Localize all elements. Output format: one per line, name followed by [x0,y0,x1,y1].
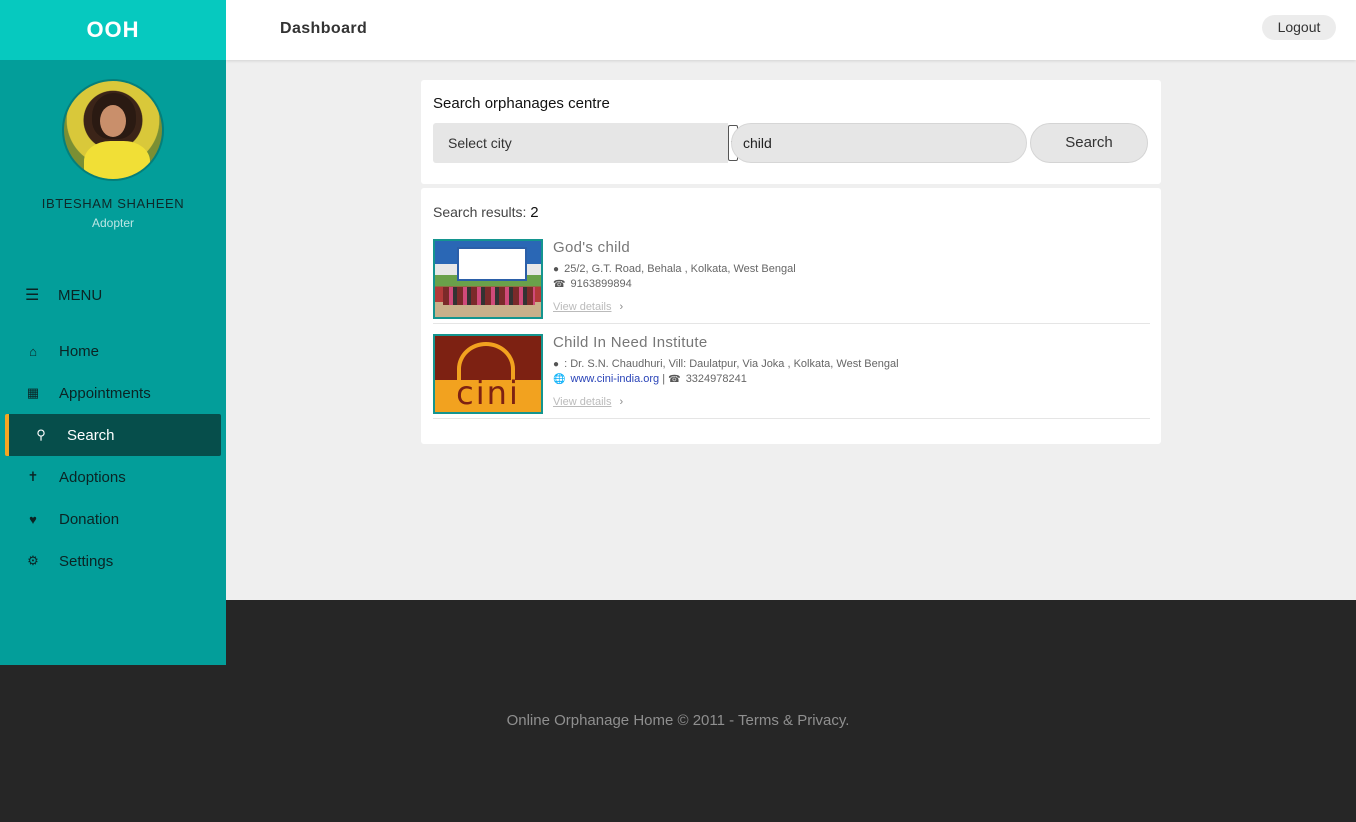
heart-icon: ♥ [29,511,37,527]
results-count-value: 2 [530,204,539,221]
sidebar-item-home[interactable]: ⌂ Home [0,330,226,372]
address-text: : Dr. S.N. Chaudhuri, Vill: Daulatpur, V… [564,358,899,370]
sidebar: OOH IBTESHAM SHAHEEN Adopter ☰ MENU ⌂ Ho… [0,0,226,665]
search-panel-title: Search orphanages centre [433,95,610,112]
address-text: 25/2, G.T. Road, Behala , Kolkata, West … [564,263,796,275]
search-input[interactable]: child [731,123,1027,163]
gear-icon: ⚙ [27,553,39,568]
hamburger-icon: ☰ [25,287,40,304]
view-details-label: View details [553,301,612,313]
list-item: cini Child In Need Institute ● : Dr. S.N… [433,334,1150,419]
chevron-right-icon: › [619,396,624,408]
view-details-link[interactable]: View details › [553,301,623,313]
footer-text[interactable]: Online Orphanage Home © 2011 - Terms & P… [0,712,1356,729]
sidebar-item-label: Appointments [59,384,151,402]
phone-icon: ☎ [668,374,681,385]
results-count-label: Search results: [433,204,527,220]
phone-text: 3324978241 [685,373,747,385]
sidebar-item-donation[interactable]: ♥ Donation [0,498,226,540]
menu-toggle[interactable]: ☰ MENU [0,278,226,312]
menu-title-label: MENU [58,286,103,304]
city-select[interactable]: Select city ▼ [433,123,738,163]
avatar[interactable] [62,79,164,181]
logo-text: cini [456,374,520,412]
sidebar-item-adoptions[interactable]: ✝ Adoptions [0,456,226,498]
sidebar-item-appointments[interactable]: ▦ Appointments [0,372,226,414]
calendar-icon: ▦ [26,385,40,400]
list-item: God's child ● 25/2, G.T. Road, Behala , … [433,239,1150,324]
sidebar-item-settings[interactable]: ⚙ Settings [0,540,226,582]
orphanage-contact: 🌐 www.cini-india.org | ☎ 3324978241 [553,373,747,385]
sidebar-item-search[interactable]: ⚲ Search [5,414,221,456]
view-details-link[interactable]: View details › [553,396,623,408]
results-count: Search results: 2 [433,204,539,221]
top-bar: Dashboard Logout [226,0,1356,60]
orphanage-name[interactable]: God's child [553,239,630,256]
sidebar-item-label: Adoptions [59,468,126,486]
home-icon: ⌂ [29,343,37,359]
city-select-value: Select city [448,135,512,151]
sidebar-item-label: Search [67,426,115,444]
globe-icon: 🌐 [553,374,566,385]
sidebar-item-label: Settings [59,552,114,570]
logout-button[interactable]: Logout [1262,15,1336,40]
orphanage-phone: ☎ 9163899894 [553,278,632,290]
sidebar-nav: ⌂ Home ▦ Appointments ⚲ Search ✝ Adoptio… [0,330,226,582]
sidebar-item-label: Home [59,342,100,360]
page-title: Dashboard [280,20,368,37]
child-icon: ✝ [27,469,39,484]
orphanage-photo[interactable] [433,239,543,319]
website-link[interactable]: www.cini-india.org [571,373,660,385]
phone-icon: ☎ [553,279,566,290]
results-panel: Search results: 2 God's child ● 25/2, G.… [421,188,1161,444]
search-icon: ⚲ [36,427,46,442]
user-name: IBTESHAM SHAHEEN [41,196,185,211]
map-marker-icon: ● [553,264,560,275]
user-role: Adopter [91,216,135,230]
sidebar-item-label: Donation [59,510,120,528]
search-button[interactable]: Search [1030,123,1148,163]
search-panel: Search orphanages centre Select city ▼ c… [421,80,1161,184]
orphanage-address: ● 25/2, G.T. Road, Behala , Kolkata, Wes… [553,263,796,275]
orphanage-logo[interactable]: cini [433,334,543,414]
orphanage-name[interactable]: Child In Need Institute [553,334,707,351]
phone-text: 9163899894 [570,278,632,290]
map-marker-icon: ● [553,359,560,370]
view-details-label: View details [553,396,612,408]
orphanage-address: ● : Dr. S.N. Chaudhuri, Vill: Daulatpur,… [553,358,899,370]
chevron-right-icon: › [619,301,624,313]
brand-logo[interactable]: OOH [0,0,226,60]
